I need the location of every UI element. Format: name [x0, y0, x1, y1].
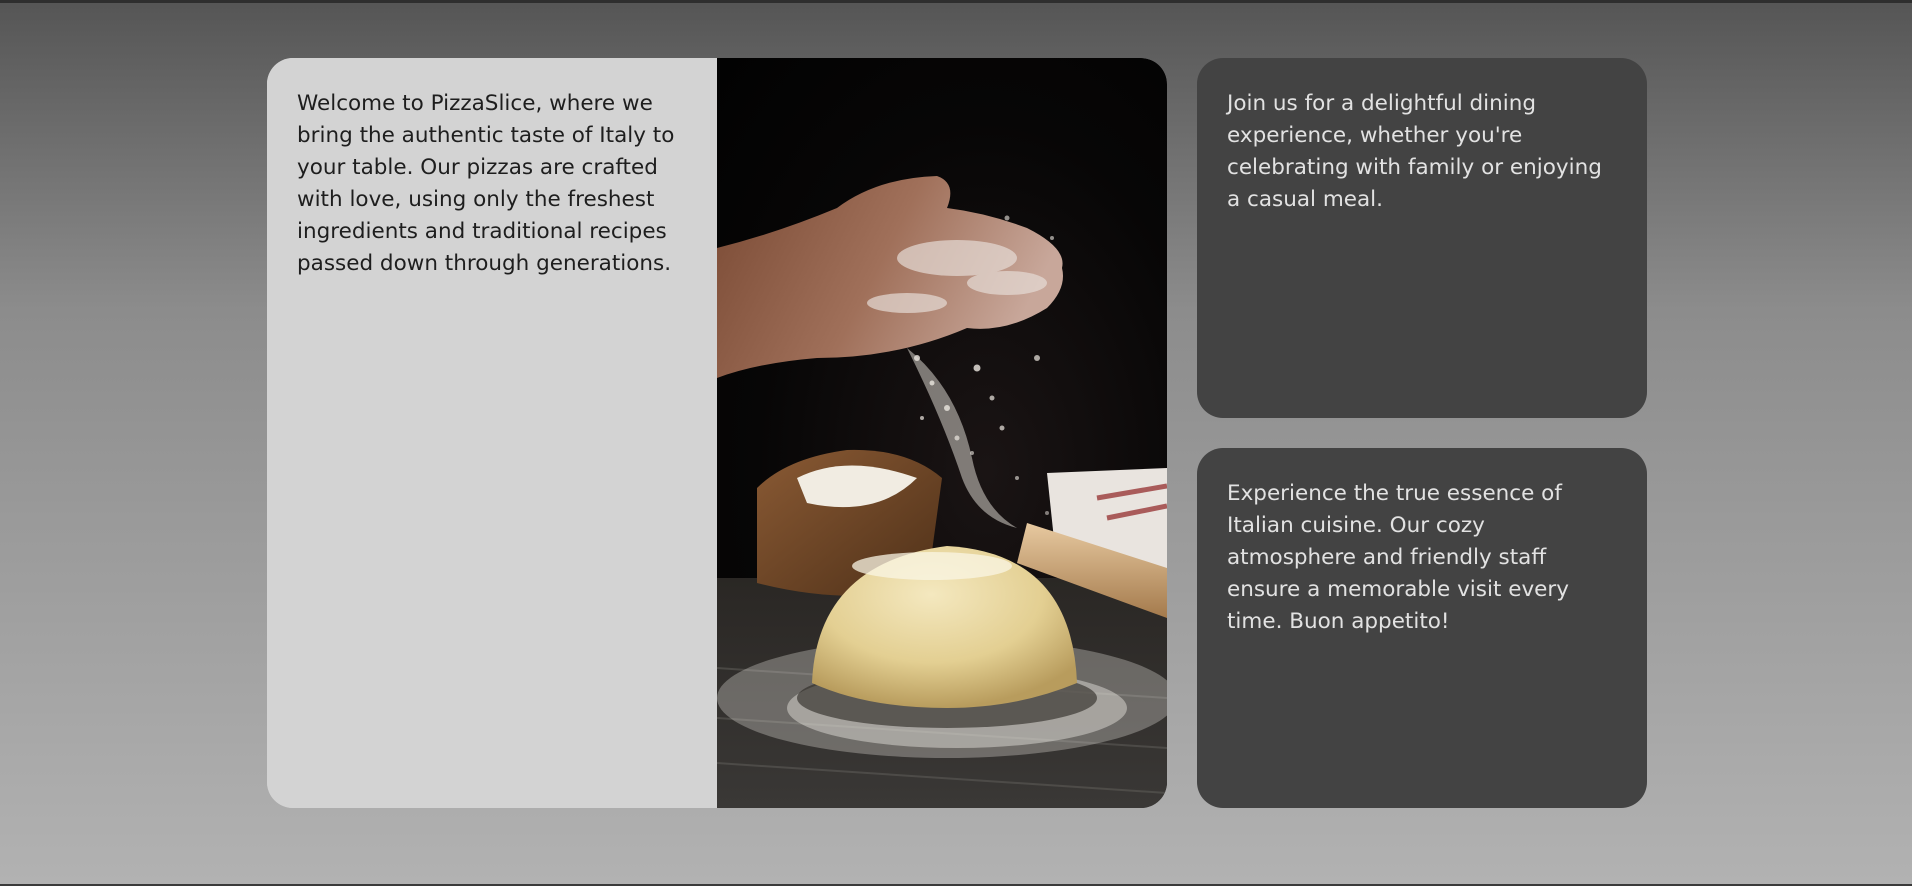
- photo-illustration: [717, 176, 1167, 808]
- top-border: [0, 0, 1912, 3]
- flour-hands-dough-photo: [717, 58, 1167, 808]
- welcome-text: Welcome to PizzaSlice, where we bring th…: [297, 91, 675, 276]
- experience-card: Experience the true essence of Italian c…: [1197, 448, 1647, 808]
- experience-text: Experience the true essence of Italian c…: [1227, 481, 1569, 634]
- welcome-text-pane: Welcome to PizzaSlice, where we bring th…: [267, 58, 717, 808]
- welcome-card: Welcome to PizzaSlice, where we bring th…: [267, 58, 1167, 808]
- join-text: Join us for a delightful dining experien…: [1227, 91, 1602, 212]
- join-card: Join us for a delightful dining experien…: [1197, 58, 1647, 418]
